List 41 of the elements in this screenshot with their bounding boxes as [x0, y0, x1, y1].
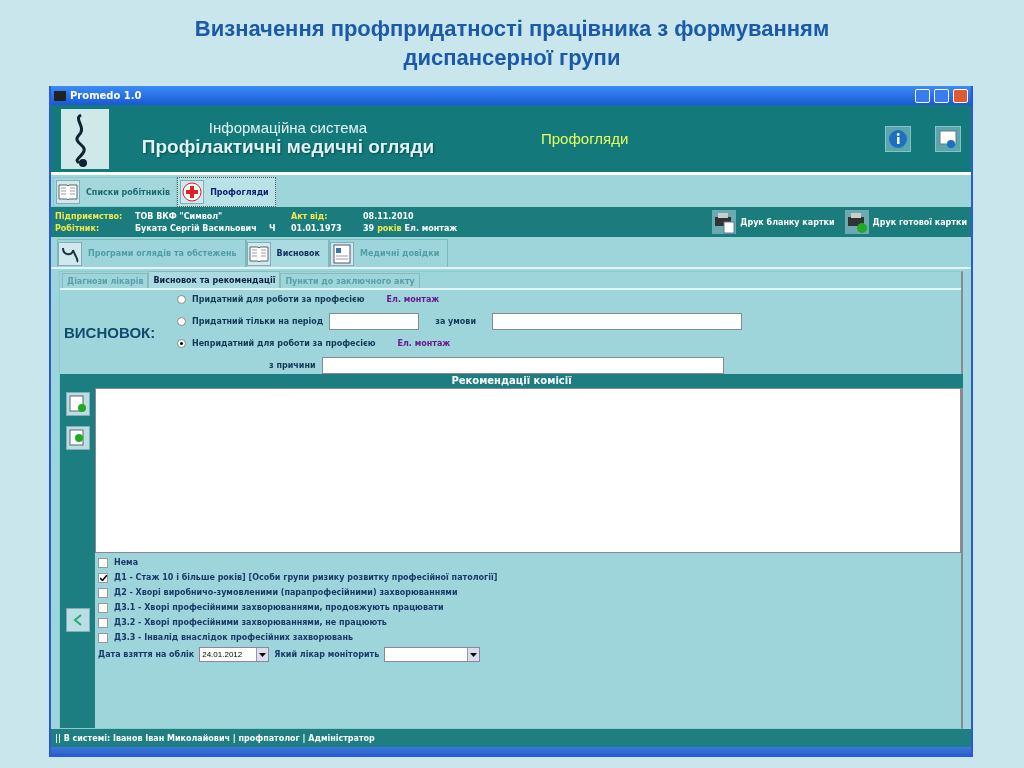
banner-title: Профілактичні медичні огляди — [141, 136, 435, 158]
status-bar: || В системі: Іванов Іван Миколайович | профпатолог | Адміністратор — [51, 729, 971, 747]
date-field[interactable]: 24.01.2012 — [199, 647, 270, 662]
field-label: Акт від: — [291, 211, 329, 221]
banner-subtitle: Інформаційна система — [208, 119, 368, 136]
profession-text: Ел. монтаж — [397, 338, 451, 348]
main-tab[interactable]: Профогляди — [177, 177, 276, 207]
profession-text: Ел. монтаж — [386, 294, 440, 304]
main-tab[interactable]: Списки робітників — [53, 177, 178, 207]
age-unit: років — [377, 223, 402, 233]
option-label: Придатний тільки на період — [192, 316, 324, 326]
section-title: Профогляди — [541, 130, 630, 147]
print-button[interactable]: Друк бланку картки — [712, 210, 835, 234]
window-title: Promedo 1.0 — [70, 90, 143, 101]
worker-name: Буката Сергій Васильович — [135, 223, 258, 233]
field-label: Робітник: — [55, 223, 101, 233]
field-label: Підприємство: — [55, 211, 124, 221]
worker-age: 39 — [363, 223, 375, 233]
field-label: з причини — [269, 360, 316, 370]
checkbox-label: Д3.1 - Хворі професійними захворюваннями, продовжують працювати — [114, 603, 444, 612]
recommendations-header: Рекомендації комісії — [60, 374, 963, 388]
sub-tab[interactable]: Висновок та рекомендації — [148, 271, 281, 288]
checkbox-label: Д1 - Стаж 10 і більше років] [Особи групи ризику розвитку професійної патології] — [114, 573, 498, 582]
field-label: Дата взяття на облік — [98, 650, 195, 659]
enterprise-name: ТОВ ВКФ "Символ" — [135, 211, 224, 221]
act-date: 08.11.2010 — [363, 211, 415, 221]
worker-profession: Ел. монтаж — [404, 223, 458, 233]
checkbox-label: Д2 - Хворі виробничо-зумовленими (парапрофесійними) захворюваннями — [114, 588, 458, 597]
checkbox-label: Д3.3 - Інвалід внаслідок професійних захворювань — [114, 633, 354, 642]
field-label: Який лікар моніторить — [274, 650, 380, 659]
option-label: Придатний для роботи за професією — [192, 294, 365, 304]
birth-date: 01.01.1973 — [291, 223, 343, 233]
section-tab[interactable]: Висновок — [245, 239, 330, 267]
worker-sex: Ч — [269, 223, 277, 233]
field-label: за умови — [435, 316, 476, 326]
print-button[interactable]: Друк готової картки — [844, 210, 967, 234]
slide-title: Визначення профпридатності працівника з формуванням диспансерної групи — [193, 15, 831, 72]
checkbox-label: Д3.2 - Хворі професійними захворюваннями, не працюють — [114, 618, 387, 627]
conclusion-heading: ВИСНОВОК: — [64, 323, 157, 341]
option-label: Непридатний для роботи за професією — [192, 338, 376, 348]
checkbox-label: Нема — [114, 558, 139, 567]
